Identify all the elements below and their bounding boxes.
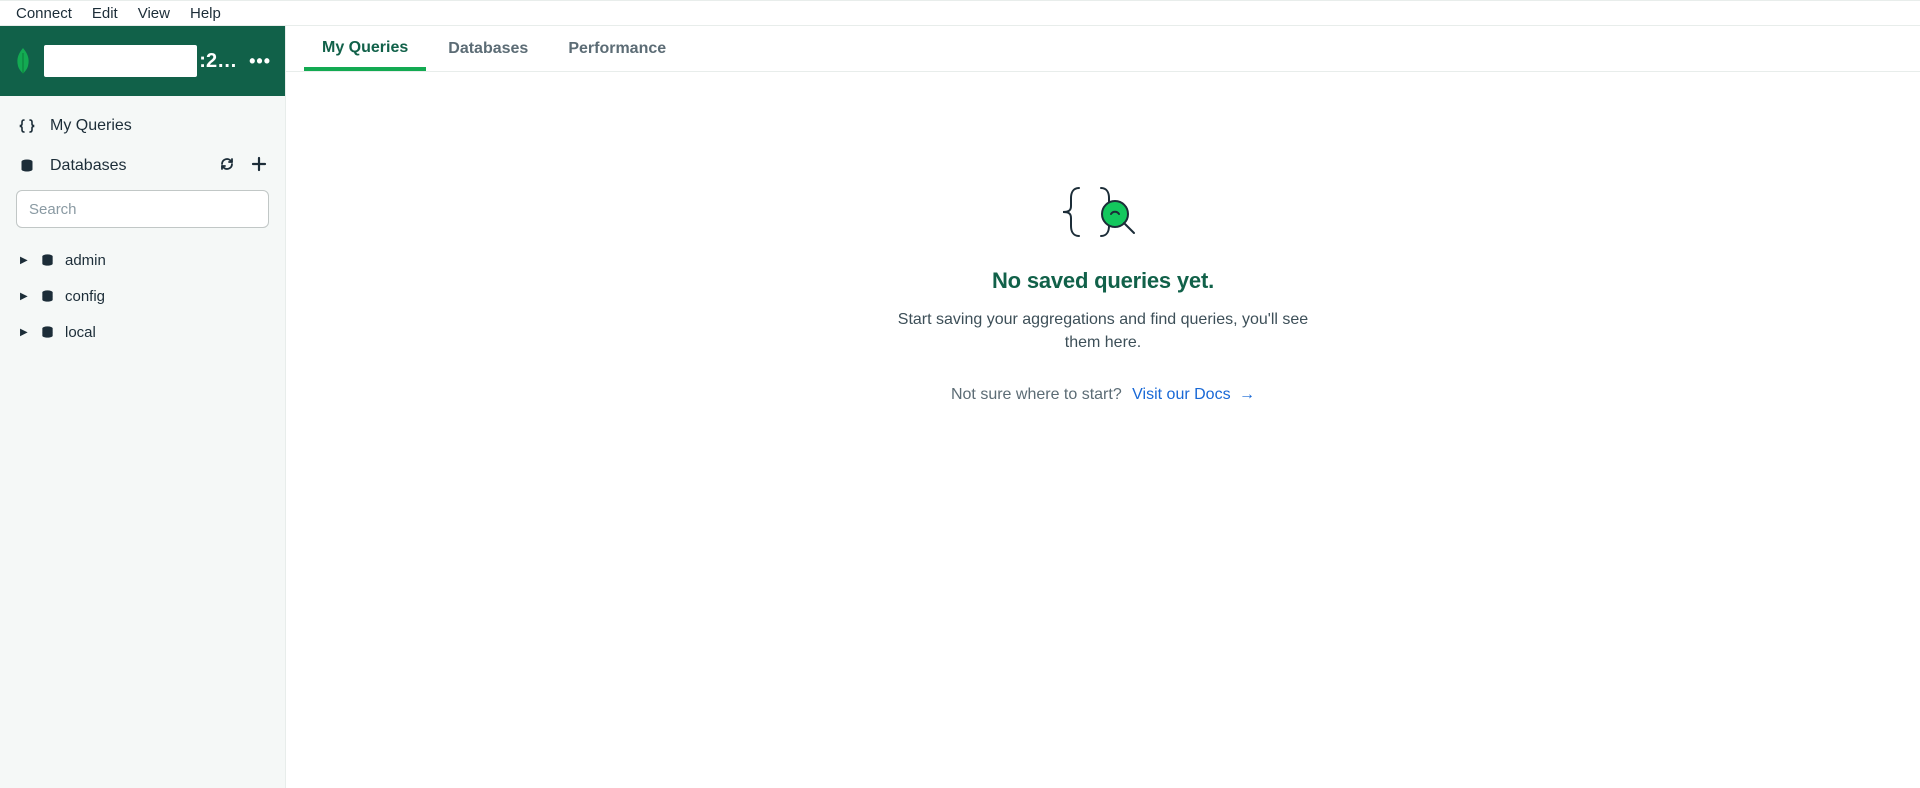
docs-link-text: Visit our Docs [1132, 386, 1230, 403]
empty-help-row: Not sure where to start? Visit our Docs … [951, 386, 1255, 404]
database-icon [40, 289, 55, 304]
empty-subtitle: Start saving your aggregations and find … [893, 308, 1313, 354]
empty-queries-icon [1061, 184, 1145, 240]
connection-name-suffix: :2… [199, 50, 237, 73]
database-icon [40, 253, 55, 268]
sidebar-item-label: Databases [50, 157, 127, 175]
tabbar: My Queries Databases Performance [286, 26, 1920, 72]
database-name: config [65, 288, 105, 305]
tab-databases[interactable]: Databases [430, 28, 546, 71]
sidebar-item-label: My Queries [50, 117, 132, 135]
connection-name-mask [44, 45, 197, 77]
connection-more-icon[interactable]: ••• [249, 51, 271, 72]
database-item-local[interactable]: ▶ local [0, 314, 285, 350]
visit-docs-link[interactable]: Visit our Docs → [1132, 386, 1255, 403]
sidebar-item-databases[interactable]: Databases [0, 146, 285, 186]
main-content: My Queries Databases Performance No save… [286, 26, 1920, 788]
menubar: Connect Edit View Help [0, 0, 1920, 26]
menu-view[interactable]: View [128, 3, 180, 24]
database-icon [40, 325, 55, 340]
chevron-right-icon: ▶ [20, 255, 30, 266]
database-name: admin [65, 252, 106, 269]
tab-my-queries[interactable]: My Queries [304, 27, 426, 71]
sidebar: :2… ••• My Queries Databases [0, 26, 286, 788]
empty-help-text: Not sure where to start? [951, 386, 1122, 403]
mongodb-leaf-icon [14, 47, 32, 75]
menu-help[interactable]: Help [180, 3, 231, 24]
menu-connect[interactable]: Connect [6, 3, 82, 24]
tab-performance[interactable]: Performance [550, 28, 684, 71]
database-icon [18, 158, 36, 174]
chevron-right-icon: ▶ [20, 327, 30, 338]
braces-icon [18, 118, 36, 134]
sidebar-item-my-queries[interactable]: My Queries [0, 106, 285, 146]
empty-state: No saved queries yet. Start saving your … [286, 72, 1920, 788]
menu-edit[interactable]: Edit [82, 3, 128, 24]
connection-name-container[interactable]: :2… [32, 45, 237, 77]
database-name: local [65, 324, 96, 341]
database-item-config[interactable]: ▶ config [0, 278, 285, 314]
add-database-button[interactable] [251, 156, 267, 177]
database-item-admin[interactable]: ▶ admin [0, 242, 285, 278]
chevron-right-icon: ▶ [20, 291, 30, 302]
search-input[interactable] [16, 190, 269, 228]
arrow-right-icon: → [1239, 386, 1255, 403]
connection-header: :2… ••• [0, 26, 285, 96]
refresh-icon[interactable] [219, 156, 235, 177]
empty-title: No saved queries yet. [992, 268, 1214, 294]
database-list: ▶ admin ▶ config ▶ [0, 238, 285, 354]
